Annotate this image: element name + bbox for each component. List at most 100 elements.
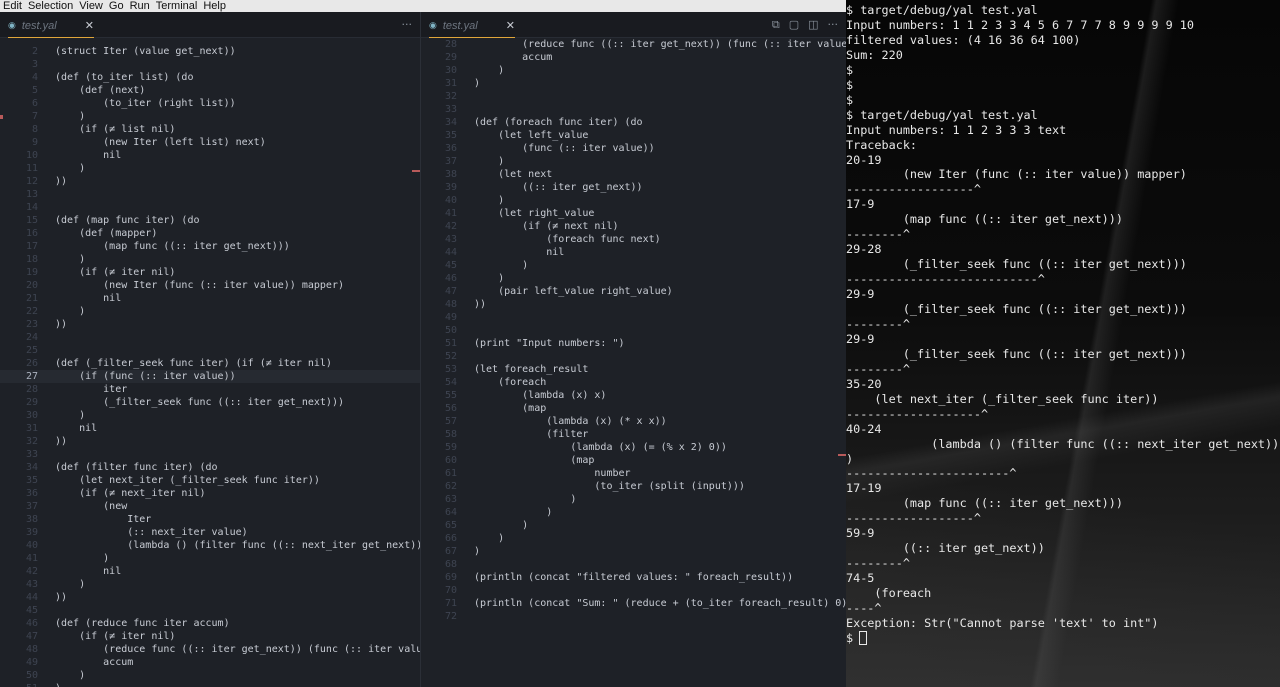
code-line[interactable]: 53 (let foreach_result [421, 363, 846, 376]
code-line[interactable]: 7 ) [0, 110, 420, 123]
code-line[interactable]: 40 (lambda () (filter func ((:: next_ite… [0, 539, 420, 552]
code-line[interactable]: 48)) [421, 298, 846, 311]
menu-terminal[interactable]: Terminal [153, 0, 201, 12]
code-line[interactable]: 37 (new [0, 500, 420, 513]
menu-view[interactable]: View [76, 0, 106, 12]
code-line[interactable]: 22 ) [0, 305, 420, 318]
code-line[interactable]: 15 (def (map func iter) (do [0, 214, 420, 227]
code-line[interactable]: 38 (let next [421, 168, 846, 181]
code-line[interactable]: 37 ) [421, 155, 846, 168]
code-line[interactable]: 58 (filter [421, 428, 846, 441]
code-line[interactable]: 51 (print "Input numbers: ") [421, 337, 846, 350]
code-line[interactable]: 39 ((:: iter get_next)) [421, 181, 846, 194]
code-line[interactable]: 39 (:: next_iter value) [0, 526, 420, 539]
code-line[interactable]: 29 (_filter_seek func ((:: iter get_next… [0, 396, 420, 409]
code-line[interactable]: 18 ) [0, 253, 420, 266]
code-line[interactable]: 30 ) [0, 409, 420, 422]
code-line[interactable]: 63 ) [421, 493, 846, 506]
split-editor-icon[interactable]: ◫ [808, 18, 818, 32]
terminal-window[interactable]: $ target/debug/yal test.yal Input numbers… [846, 0, 1280, 687]
code-line[interactable]: 54 (foreach [421, 376, 846, 389]
code-line[interactable]: 46 (def (reduce func iter accum) [0, 617, 420, 630]
code-line[interactable]: 52 [421, 350, 846, 363]
code-line[interactable]: 72 [421, 610, 846, 623]
code-line[interactable]: 49 [421, 311, 846, 324]
code-line[interactable]: 55 (lambda (x) x) [421, 389, 846, 402]
code-line[interactable]: 41 ) [0, 552, 420, 565]
code-line[interactable]: 36 (if (≠ next_iter nil) [0, 487, 420, 500]
code-line[interactable]: 65 ) [421, 519, 846, 532]
code-line[interactable]: 26 (def (_filter_seek func iter) (if (≠ i… [0, 357, 420, 370]
code-line[interactable]: 45 ) [421, 259, 846, 272]
code-line[interactable]: 47 (pair left_value right_value) [421, 285, 846, 298]
editor-pane-left[interactable]: ◉ test.yal ✕ ··· 2 (struct Iter (value ge… [0, 12, 421, 687]
code-line[interactable]: 16 (def (mapper) [0, 227, 420, 240]
code-line[interactable]: 27 (if (func (:: iter value)) [0, 370, 420, 383]
close-icon[interactable]: ✕ [506, 19, 515, 32]
code-line[interactable]: 50 ) [0, 669, 420, 682]
code-line[interactable]: 61 number [421, 467, 846, 480]
code-line[interactable]: 41 (let right_value [421, 207, 846, 220]
code-line[interactable]: 34 (def (foreach func iter) (do [421, 116, 846, 129]
code-line[interactable]: 6 (to_iter (right list)) [0, 97, 420, 110]
code-line[interactable]: 42 (if (≠ next nil) [421, 220, 846, 233]
code-line[interactable]: 34 (def (filter func iter) (do [0, 461, 420, 474]
code-line[interactable]: 10 nil [0, 149, 420, 162]
code-line[interactable]: 71 (println (concat "Sum: " (reduce + (to… [421, 597, 846, 610]
code-line[interactable]: 45 [0, 604, 420, 617]
code-line[interactable]: 12)) [0, 175, 420, 188]
code-line[interactable]: 13 [0, 188, 420, 201]
code-line[interactable]: 20 (new Iter (func (:: iter value)) mapp… [0, 279, 420, 292]
code-line[interactable]: 35 (let next_iter (_filter_seek func ite… [0, 474, 420, 487]
open-changes-icon[interactable]: ⧉ [772, 18, 780, 32]
code-line[interactable]: 64 ) [421, 506, 846, 519]
code-line[interactable]: 2 (struct Iter (value get_next)) [0, 45, 420, 58]
code-line[interactable]: 32)) [0, 435, 420, 448]
code-line[interactable]: 33 [0, 448, 420, 461]
tab-test-yal[interactable]: ◉ test.yal ✕ [429, 14, 515, 38]
code-line[interactable]: 9 (new Iter (left list) next) [0, 136, 420, 149]
code-line[interactable]: 35 (let left_value [421, 129, 846, 142]
code-line[interactable]: 50 [421, 324, 846, 337]
code-line[interactable]: 62 (to_iter (split (input))) [421, 480, 846, 493]
code-line[interactable]: 5 (def (next) [0, 84, 420, 97]
more-actions-icon[interactable]: ··· [402, 18, 413, 31]
code-line[interactable]: 49 accum [0, 656, 420, 669]
code-line[interactable]: 44)) [0, 591, 420, 604]
code-line[interactable]: 28 iter [0, 383, 420, 396]
more-actions-icon[interactable]: ··· [828, 18, 839, 32]
code-line[interactable]: 66 ) [421, 532, 846, 545]
code-line[interactable]: 43 ) [0, 578, 420, 591]
code-line[interactable]: 28 (reduce func ((:: iter get_next)) (fu… [421, 38, 846, 51]
code-line[interactable]: 32 [421, 90, 846, 103]
menu-go[interactable]: Go [106, 0, 127, 12]
menu-edit[interactable]: Edit [0, 0, 25, 12]
menu-run[interactable]: Run [127, 0, 153, 12]
code-line[interactable]: 43 (foreach func next) [421, 233, 846, 246]
code-line[interactable]: 56 (map [421, 402, 846, 415]
code-line[interactable]: 4 (def (to_iter list) (do [0, 71, 420, 84]
code-line[interactable]: 59 (lambda (x) (= (% x 2) 0)) [421, 441, 846, 454]
code-line[interactable]: 19 (if (≠ iter nil) [0, 266, 420, 279]
code-line[interactable]: 60 (map [421, 454, 846, 467]
code-line[interactable]: 48 (reduce func ((:: iter get_next)) (fu… [0, 643, 420, 656]
code-line[interactable]: 70 [421, 584, 846, 597]
code-line[interactable]: 36 (func (:: iter value)) [421, 142, 846, 155]
code-line[interactable]: 33 [421, 103, 846, 116]
code-line[interactable]: 46 ) [421, 272, 846, 285]
code-line[interactable]: 57 (lambda (x) (* x x)) [421, 415, 846, 428]
code-line[interactable]: 38 Iter [0, 513, 420, 526]
code-line[interactable]: 68 [421, 558, 846, 571]
code-line[interactable]: 30 ) [421, 64, 846, 77]
preview-icon[interactable]: ▢ [789, 18, 799, 32]
code-line[interactable]: 25 [0, 344, 420, 357]
menu-selection[interactable]: Selection [25, 0, 76, 12]
code-line[interactable]: 21 nil [0, 292, 420, 305]
close-icon[interactable]: ✕ [85, 19, 94, 32]
code-line[interactable]: 17 (map func ((:: iter get_next))) [0, 240, 420, 253]
code-line[interactable]: 8 (if (≠ list nil) [0, 123, 420, 136]
code-line[interactable]: 47 (if (≠ iter nil) [0, 630, 420, 643]
code-line[interactable]: 14 [0, 201, 420, 214]
code-line[interactable]: 42 nil [0, 565, 420, 578]
code-line[interactable]: 3 [0, 58, 420, 71]
